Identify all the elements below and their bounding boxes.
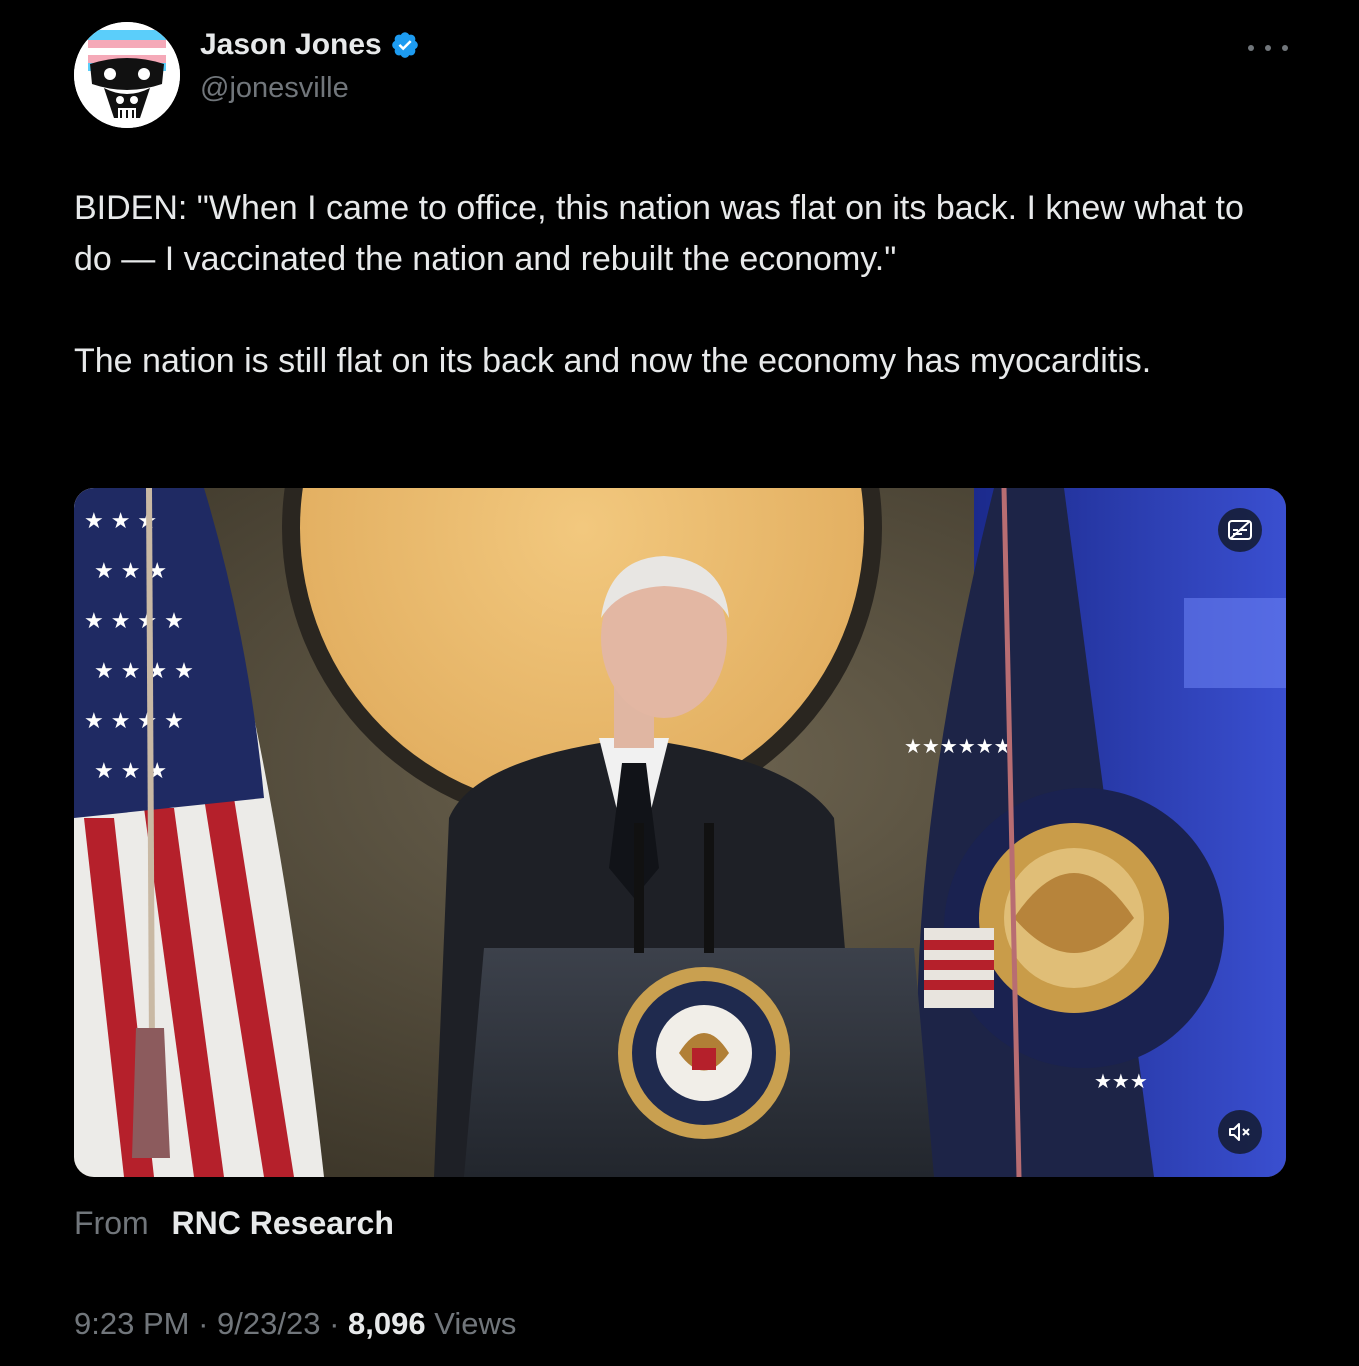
svg-text:★ ★ ★: ★ ★ ★ xyxy=(94,759,167,784)
svg-text:★ ★ ★: ★ ★ ★ xyxy=(94,559,167,584)
views-label: Views xyxy=(434,1306,517,1341)
tweet-text: BIDEN: "When I came to office, this nati… xyxy=(74,183,1284,387)
captions-button[interactable] xyxy=(1218,508,1262,552)
author-handle[interactable]: @jonesville xyxy=(200,72,349,105)
avatar-image xyxy=(74,22,180,128)
svg-text:★ ★ ★ ★: ★ ★ ★ ★ xyxy=(94,659,194,684)
captions-off-icon xyxy=(1228,520,1252,540)
svg-text:★★★★★★: ★★★★★★ xyxy=(904,734,1012,758)
meta-separator: · xyxy=(198,1306,209,1341)
svg-text:★ ★ ★ ★: ★ ★ ★ ★ xyxy=(84,609,184,634)
video-frame: ★ ★ ★ ★ ★ ★ ★ ★ ★ ★ ★ ★ ★ ★ ★ ★ ★ ★ ★ ★ … xyxy=(74,488,1286,1177)
mute-button[interactable] xyxy=(1218,1110,1262,1154)
more-options-icon[interactable] xyxy=(1248,34,1288,62)
video-player[interactable]: ★ ★ ★ ★ ★ ★ ★ ★ ★ ★ ★ ★ ★ ★ ★ ★ ★ ★ ★ ★ … xyxy=(74,488,1286,1177)
avatar[interactable] xyxy=(74,22,180,128)
svg-text:★ ★ ★ ★: ★ ★ ★ ★ xyxy=(84,709,184,734)
tweet-meta: 9:23 PM · 9/23/23 · 8,096 Views xyxy=(74,1306,516,1342)
views-count[interactable]: 8,096 xyxy=(348,1306,426,1341)
tweet-paragraph: The nation is still flat on its back and… xyxy=(74,342,1152,380)
tweet-time[interactable]: 9:23 PM xyxy=(74,1306,189,1341)
meta-separator: · xyxy=(329,1306,340,1341)
attribution-from-label: From xyxy=(74,1205,149,1241)
author-display-name[interactable]: Jason Jones xyxy=(200,28,420,62)
tweet: Jason Jones @jonesville BIDEN: "When I c… xyxy=(0,0,1359,1366)
tweet-paragraph: BIDEN: "When I came to office, this nati… xyxy=(74,189,1244,278)
verified-badge-icon[interactable] xyxy=(390,30,420,60)
attribution-source-link[interactable]: RNC Research xyxy=(172,1205,394,1241)
volume-muted-icon xyxy=(1229,1123,1250,1141)
author-name-text[interactable]: Jason Jones xyxy=(200,28,382,62)
tweet-date[interactable]: 9/23/23 xyxy=(217,1306,320,1341)
svg-text:★★★: ★★★ xyxy=(1094,1069,1148,1093)
video-attribution: From RNC Research xyxy=(74,1205,394,1242)
